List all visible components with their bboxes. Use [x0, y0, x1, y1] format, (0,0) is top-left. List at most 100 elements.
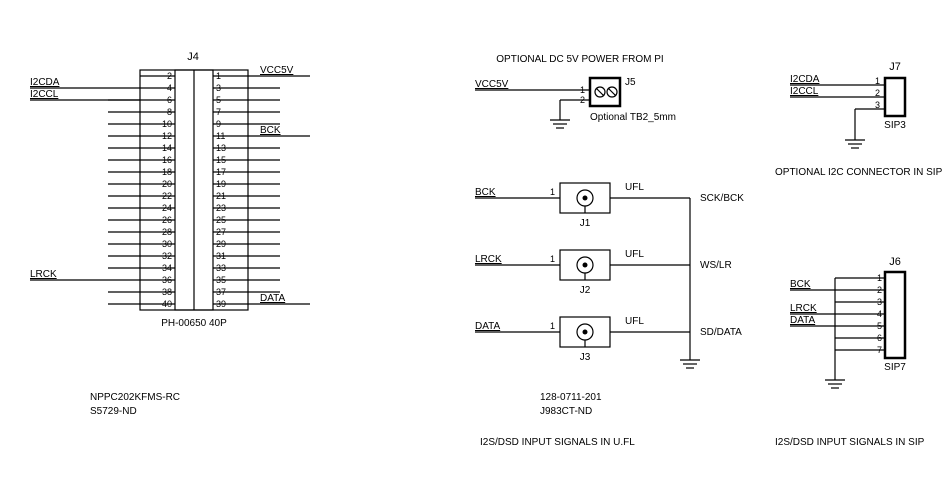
j5-title: OPTIONAL DC 5V POWER FROM PI [496, 54, 663, 65]
svg-text:1: 1 [550, 321, 555, 331]
j4-pin-left: 26 [162, 215, 172, 225]
j1-in: BCK [475, 187, 496, 198]
ufl-j1: BCK 1 J1 UFL SCK/BCK [475, 182, 744, 229]
j4-pin-left: 16 [162, 155, 172, 165]
j4-pin-left: 30 [162, 239, 172, 249]
j7-block: J7 1 2 3 I2CDA I2CCL SIP3 OPTIONAL I2C C… [775, 61, 943, 178]
ufl-pn1: 128-0711-201 [540, 392, 602, 403]
ufl-pn2: J983CT-ND [540, 406, 592, 417]
j7-pin2: 2 [875, 88, 880, 98]
j4-pin-right: 11 [216, 131, 225, 141]
j4-bck-label: BCK [260, 125, 281, 136]
j4-pin-right: 39 [216, 299, 226, 309]
j6-footprint: SIP7 [884, 362, 906, 373]
j4-pin-right: 19 [216, 179, 226, 189]
ground-icon [825, 380, 845, 388]
j4-pin-left: 14 [162, 143, 172, 153]
j4-lrck-label: LRCK [30, 269, 57, 280]
j4-pin-left: 8 [167, 107, 172, 117]
j4-pin-left: 22 [162, 191, 172, 201]
ufl-j2: LRCK 1 J2 UFL WS/LR [475, 249, 732, 296]
j4-pin-right: 23 [216, 203, 226, 213]
j7-pin1: 1 [875, 76, 880, 86]
j7-caption: OPTIONAL I2C CONNECTOR IN SIP [775, 167, 943, 178]
j7-refdes: J7 [889, 61, 901, 73]
j5-block: OPTIONAL DC 5V POWER FROM PI VCC5V 1 2 J… [475, 54, 676, 128]
ground-icon [550, 120, 570, 128]
j4-footprint: PH-00650 40P [161, 318, 227, 329]
j6-refdes: J6 [889, 256, 901, 268]
j4-pin-left: 20 [162, 179, 172, 189]
j4-pin-left: 36 [162, 275, 172, 285]
svg-text:1: 1 [550, 254, 555, 264]
j4-net-bck: BCK [248, 125, 310, 136]
j4-net-lrck: LRCK [30, 269, 140, 280]
ufl-caption: I2S/DSD INPUT SIGNALS IN U.FL [480, 437, 635, 448]
j7-i2ccl: I2CCL [790, 86, 819, 97]
j7-pin3: 3 [875, 100, 880, 110]
j6-lrck: LRCK [790, 303, 817, 314]
j4-pn1: NPPC202KFMS-RC [90, 392, 180, 403]
j4-pin-left: 4 [167, 83, 172, 93]
j4-i2ccl-label: I2CCL [30, 89, 59, 100]
j4-pin-right: 3 [216, 83, 221, 93]
j4-pin-right: 21 [216, 191, 226, 201]
j4-pin-right: 9 [216, 119, 221, 129]
j5-footprint: Optional TB2_5mm [590, 112, 676, 123]
j4-vcc5v-label: VCC5V [260, 65, 294, 76]
j5-net: VCC5V [475, 79, 509, 90]
ground-icon [680, 360, 700, 368]
j4-data-label: DATA [260, 293, 286, 304]
j4-pn2: S5729-ND [90, 406, 137, 417]
j4-pin-right: 37 [216, 287, 226, 297]
j4-pin-left: 32 [162, 251, 172, 261]
j4-pin-right: 25 [216, 215, 226, 225]
j6-data: DATA [790, 315, 816, 326]
j5-pin2: 2 [580, 95, 585, 105]
j4-pin-left: 24 [162, 203, 172, 213]
j2-refdes: J2 [580, 285, 591, 296]
j4-net-i2ccl: I2CCL [30, 89, 140, 100]
j2-out: WS/LR [700, 260, 732, 271]
j2-in: LRCK [475, 254, 502, 265]
j4-pin-right: 31 [216, 251, 226, 261]
j3-out: SD/DATA [700, 327, 742, 338]
j4-pin-right: 13 [216, 143, 226, 153]
ufl-block: BCK 1 J1 UFL SCK/BCK LRCK 1 J2 UFL WS/LR [475, 182, 744, 448]
j6-caption: I2S/DSD INPUT SIGNALS IN SIP [775, 437, 925, 448]
j7-i2cda: I2CDA [790, 74, 820, 85]
j4-pin-left: 18 [162, 167, 172, 177]
j4-pin-right: 27 [216, 227, 226, 237]
j4-pin-right: 33 [216, 263, 226, 273]
j4-pin-right: 15 [216, 155, 226, 165]
ufl-j3: DATA 1 J3 UFL SD/DATA [475, 316, 742, 363]
j4-pin-left: 28 [162, 227, 172, 237]
j4-net-data: DATA [248, 293, 310, 304]
svg-text:1: 1 [550, 187, 555, 197]
j3-type: UFL [625, 316, 644, 327]
j6-block: J6 1234567 BCK LRCK DATA SIP7 I2S/DSD IN… [775, 256, 925, 448]
j1-out: SCK/BCK [700, 193, 744, 204]
j1-type: UFL [625, 182, 644, 193]
j4-block: J4 2143658710912111413161518172019222124… [30, 51, 310, 417]
j7-footprint: SIP3 [884, 120, 906, 131]
j4-pin-right: 5 [216, 95, 221, 105]
j1-refdes: J1 [580, 218, 591, 229]
j4-pin-right: 17 [216, 167, 226, 177]
j4-pin-left: 2 [167, 71, 172, 81]
j3-in: DATA [475, 321, 501, 332]
j4-pin-left: 6 [167, 95, 172, 105]
j3-refdes: J3 [580, 352, 591, 363]
j4-pin-right: 7 [216, 107, 221, 117]
j2-type: UFL [625, 249, 644, 260]
schematic-svg: .w{stroke:#000;stroke-width:1.2;fill:non… [0, 0, 947, 500]
j4-net-vcc5v: VCC5V [248, 65, 310, 76]
j4-pin-right: 29 [216, 239, 226, 249]
j6-bck: BCK [790, 279, 811, 290]
j4-pin-right: 35 [216, 275, 226, 285]
j4-i2cda-label: I2CDA [30, 77, 60, 88]
j4-pin-right: 1 [216, 71, 221, 81]
j4-pin-left: 12 [162, 131, 172, 141]
j5-pin1: 1 [580, 85, 585, 95]
j5-refdes: J5 [625, 77, 636, 88]
